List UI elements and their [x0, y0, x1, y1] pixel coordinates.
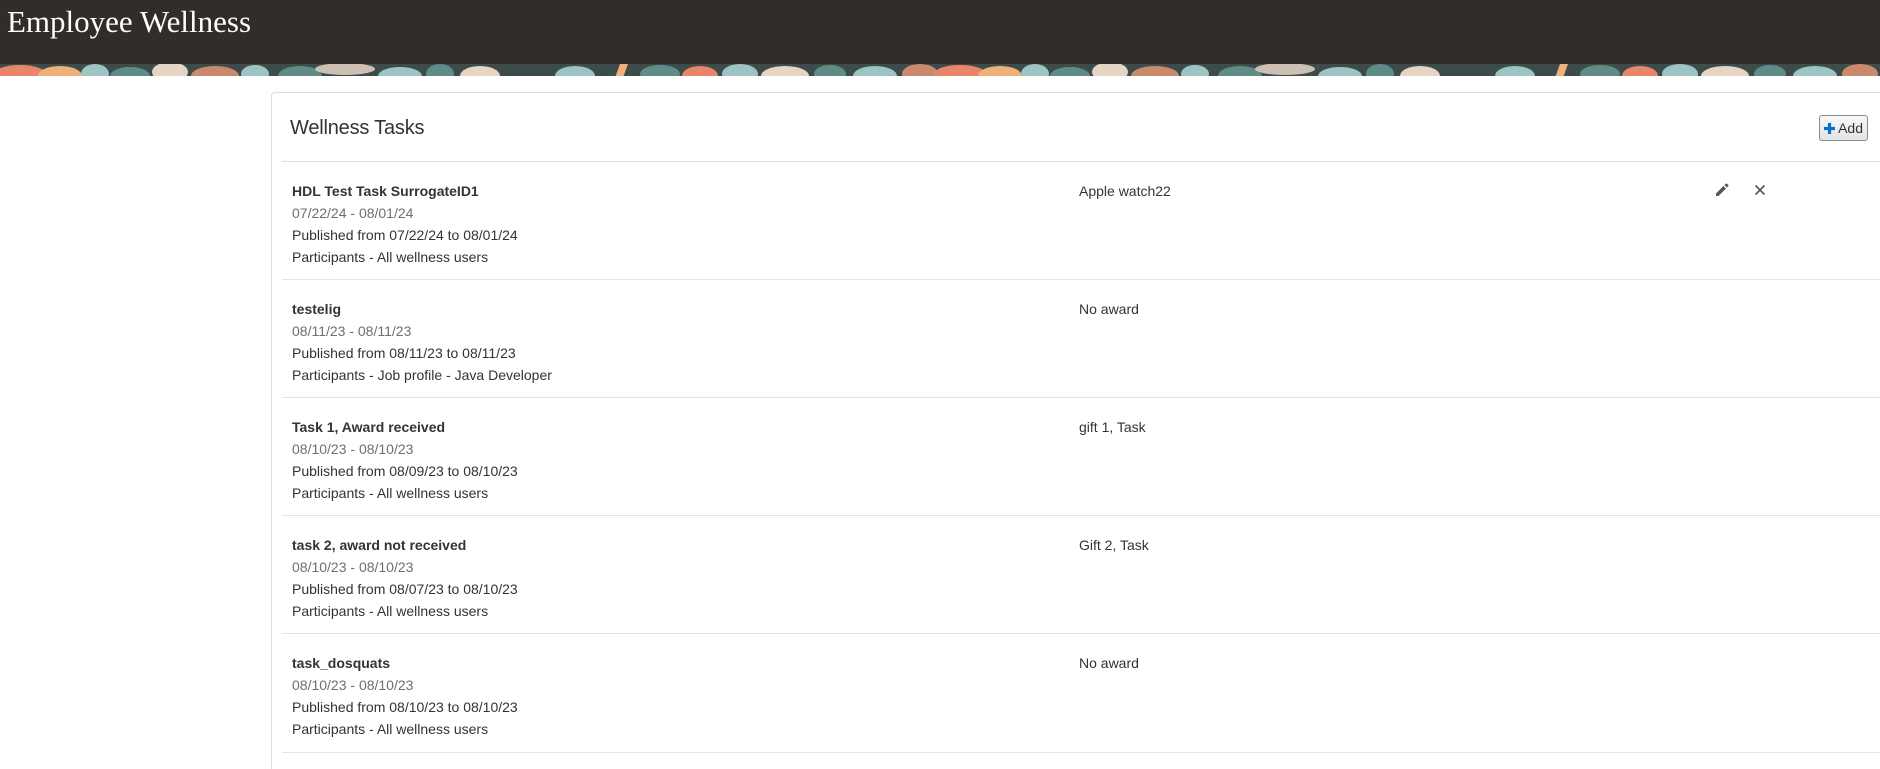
task-dates: 08/10/23 - 08/10/23 [292, 677, 414, 693]
panel-title: Wellness Tasks [290, 117, 425, 139]
task-published: Published from 08/07/23 to 08/10/23 [292, 581, 518, 597]
task-award: Gift 2, Task [1079, 537, 1149, 553]
task-dates: 08/10/23 - 08/10/23 [292, 441, 414, 457]
task-info: HDL Test Task SurrogateID1 07/22/24 - 08… [292, 180, 518, 268]
task-dates: 08/11/23 - 08/11/23 [292, 323, 412, 339]
task-name[interactable]: task 2, award not received [292, 534, 518, 556]
add-button-label: Add [1838, 120, 1863, 136]
close-icon [1754, 184, 1766, 196]
task-award: gift 1, Task [1079, 419, 1146, 435]
task-name[interactable]: Task 1, Award received [292, 416, 518, 438]
task-info: task 2, award not received 08/10/23 - 08… [292, 534, 518, 622]
task-row[interactable]: task 2, award not received 08/10/23 - 08… [282, 516, 1880, 634]
task-row[interactable]: testelig 08/11/23 - 08/11/23 Published f… [282, 280, 1880, 398]
task-award: Apple watch22 [1079, 183, 1171, 199]
task-published: Published from 07/22/24 to 08/01/24 [292, 227, 518, 243]
plus-icon [1824, 122, 1836, 134]
task-participants: Participants - All wellness users [292, 249, 489, 265]
task-name[interactable]: testelig [292, 298, 552, 320]
edit-button[interactable] [1712, 180, 1732, 200]
task-info: testelig 08/11/23 - 08/11/23 Published f… [292, 298, 552, 386]
task-participants: Participants - Job profile - Java Develo… [292, 367, 552, 383]
banner-pattern-icon [0, 64, 1880, 76]
task-participants: Participants - All wellness users [292, 603, 489, 619]
decorative-banner [0, 64, 1880, 76]
pencil-icon [1716, 183, 1729, 196]
task-name[interactable]: task_dosquats [292, 652, 518, 674]
delete-button[interactable] [1750, 180, 1770, 200]
task-row[interactable]: Task 1, Award received 08/10/23 - 08/10/… [282, 398, 1880, 516]
task-row[interactable]: HDL Test Task SurrogateID1 07/22/24 - 08… [282, 162, 1880, 280]
task-dates: 07/22/24 - 08/01/24 [292, 205, 414, 221]
task-published: Published from 08/10/23 to 08/10/23 [292, 699, 518, 715]
task-list: HDL Test Task SurrogateID1 07/22/24 - 08… [282, 162, 1880, 753]
task-participants: Participants - All wellness users [292, 721, 489, 737]
task-row[interactable]: task_dosquats 08/10/23 - 08/10/23 Publis… [282, 634, 1880, 753]
task-info: Task 1, Award received 08/10/23 - 08/10/… [292, 416, 518, 504]
task-name[interactable]: HDL Test Task SurrogateID1 [292, 180, 518, 202]
task-info: task_dosquats 08/10/23 - 08/10/23 Publis… [292, 652, 518, 740]
task-dates: 08/10/23 - 08/10/23 [292, 559, 414, 575]
task-published: Published from 08/11/23 to 08/11/23 [292, 345, 516, 361]
wellness-tasks-panel: Wellness Tasks Add HDL Test Task Surroga… [271, 92, 1880, 769]
app-title: Employee Wellness [7, 4, 252, 39]
task-participants: Participants - All wellness users [292, 485, 489, 501]
row-actions [1712, 180, 1770, 200]
task-award: No award [1079, 655, 1139, 671]
add-button[interactable]: Add [1819, 115, 1868, 141]
task-published: Published from 08/09/23 to 08/10/23 [292, 463, 518, 479]
app-header: Employee Wellness [0, 0, 1880, 64]
task-award: No award [1079, 301, 1139, 317]
